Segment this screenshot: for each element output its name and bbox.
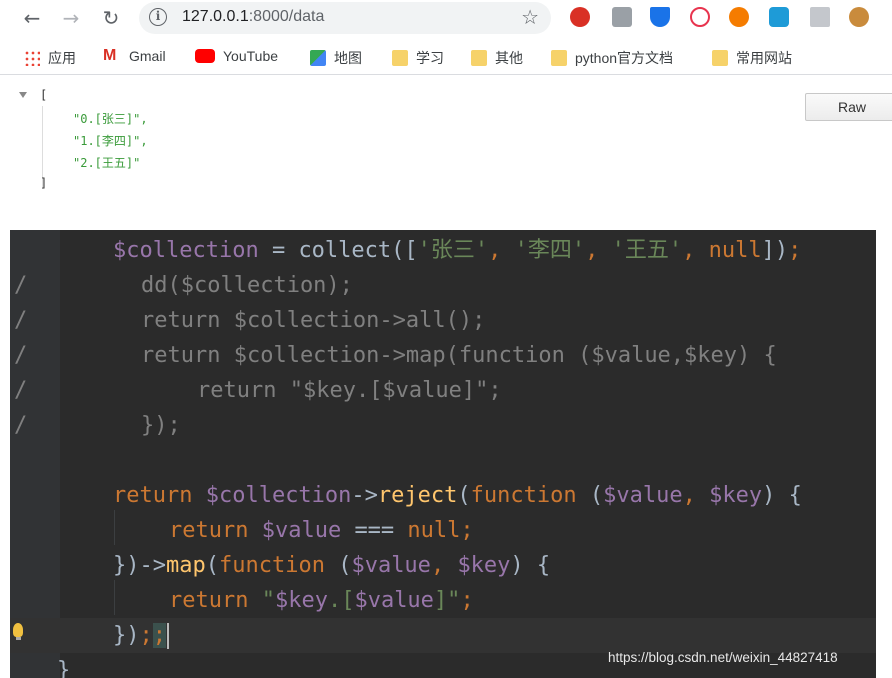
comment-marker: / (14, 413, 28, 438)
play-icon[interactable] (690, 7, 710, 27)
reload-button[interactable]: ↻ (97, 4, 125, 32)
bookmark-folder-sites[interactable]: 常用网站 (712, 48, 792, 68)
bookmark-label: YouTube (223, 48, 279, 64)
code-line: return $collection->all(); (141, 308, 486, 333)
code-line: } (57, 658, 71, 678)
code-line: });; (113, 618, 169, 653)
bookmark-folder-python[interactable]: python官方文档 (551, 48, 673, 68)
watermark: https://blog.csdn.net/weixin_44827418 (608, 650, 838, 665)
code-line: return $collection->reject(function ($va… (113, 483, 802, 508)
maps-icon (310, 50, 326, 66)
url-host: 127.0.0.1 (182, 8, 249, 25)
bookmark-label: 应用 (48, 50, 76, 66)
filter-icon[interactable] (650, 7, 670, 27)
bookmark-star-icon[interactable]: ☆ (521, 5, 539, 29)
forward-button[interactable]: → (57, 4, 85, 32)
bookmark-label: 地图 (334, 50, 362, 66)
bookmark-label: python官方文档 (575, 50, 674, 66)
bookmark-label: 其他 (495, 50, 523, 66)
code-editor: / / / / / $collection = collect(['张三', '… (10, 230, 876, 678)
folder-icon (471, 50, 487, 66)
bookmark-folder-study[interactable]: 学习 (392, 48, 444, 68)
collapse-triangle-icon[interactable] (19, 92, 27, 98)
folder-icon (392, 50, 408, 66)
comment-marker: / (14, 273, 28, 298)
bookmark-apps[interactable]: 应用 (24, 48, 76, 68)
url-text[interactable]: 127.0.0.1:8000/data (182, 8, 324, 26)
adblock-icon[interactable] (570, 7, 590, 27)
indent-guide (114, 580, 115, 615)
json-item: "2.[王五]" (73, 156, 141, 170)
json-item: "1.[李四]", (73, 134, 148, 148)
raw-button[interactable]: Raw (805, 93, 892, 121)
hexagon-icon[interactable] (769, 7, 789, 27)
gmail-icon: M (103, 47, 117, 64)
bookmark-youtube[interactable]: YouTube (195, 48, 278, 64)
code-line: return $value === null; (169, 518, 474, 543)
infinity-icon[interactable] (729, 7, 749, 27)
comment-marker: / (14, 343, 28, 368)
bookmarks-bar: 应用 M Gmail YouTube 地图 学习 其他 python官方文档 常… (0, 40, 892, 75)
code-line: }); (141, 413, 181, 438)
address-bar[interactable]: i 127.0.0.1:8000/data ☆ (139, 2, 551, 34)
bookmark-label: Gmail (129, 48, 166, 64)
extension-icon[interactable] (612, 7, 632, 27)
lightbulb-icon[interactable] (13, 623, 23, 640)
bookmark-label: 常用网站 (736, 50, 792, 66)
bookmark-gmail[interactable]: M Gmail (103, 47, 166, 65)
screenshot-icon[interactable] (810, 7, 830, 27)
browser-toolbar: ← → ↻ i 127.0.0.1:8000/data ☆ (0, 0, 892, 36)
bookmark-maps[interactable]: 地图 (310, 48, 362, 68)
url-path: :8000/data (248, 8, 325, 25)
code-line: })->map(function ($value, $key) { (113, 553, 551, 578)
folder-icon (712, 50, 728, 66)
code-line: dd($collection); (141, 273, 353, 298)
code-line: $collection = collect(['张三', '李四', '王五',… (113, 238, 802, 263)
json-close-bracket: ] (40, 176, 48, 190)
code-line: return "$key.[$value]"; (169, 588, 474, 613)
apps-grid-icon (24, 50, 40, 66)
comment-marker: / (14, 308, 28, 333)
text-caret (167, 623, 169, 649)
code-line: return "$key.[$value]"; (197, 378, 502, 403)
bookmark-label: 学习 (416, 50, 444, 66)
cookie-icon[interactable] (849, 7, 869, 27)
comment-marker: / (14, 378, 28, 403)
json-open-bracket: [ (40, 88, 48, 102)
json-item: "0.[张三]", (73, 112, 148, 126)
back-button[interactable]: ← (18, 4, 46, 32)
folder-icon (551, 50, 567, 66)
bookmark-folder-other[interactable]: 其他 (471, 48, 523, 68)
indent-guide (114, 510, 115, 545)
code-line: return $collection->map(function ($value… (141, 343, 777, 368)
youtube-icon (195, 49, 215, 63)
info-icon[interactable]: i (149, 8, 167, 26)
